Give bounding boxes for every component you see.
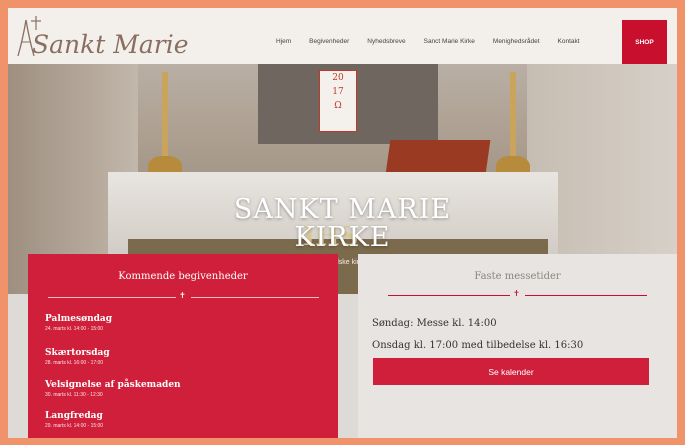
mass-time-sunday: Søndag: Messe kl. 14:00	[372, 318, 497, 329]
hero-title-line2: KIRKE	[294, 222, 391, 253]
event-item[interactable]: Velsignelse af påskemaden 30. marts kl. …	[45, 380, 181, 398]
mass-time-wednesday: Onsdag kl. 17:00 med tilbedelse kl. 16:3…	[372, 340, 584, 351]
upcoming-events-card: Kommende begivenheder ✝ Palmesøndag 24. …	[28, 254, 338, 438]
mass-times-card: Faste messetider ✝ Søndag: Messe kl. 14:…	[358, 254, 677, 438]
nav-item-contact[interactable]: Kontakt	[558, 38, 580, 45]
logo-text: Sankt Marie	[32, 30, 189, 59]
nav-item-parish-council[interactable]: Menighedsrådet	[493, 38, 540, 45]
event-date: 28. marts kl. 16:00 - 17:00	[45, 360, 104, 366]
nav-item-events[interactable]: Begivenheder	[309, 38, 349, 45]
event-date: 30. marts kl. 11:30 - 12:30	[45, 392, 103, 398]
event-name[interactable]: Velsignelse af påskemaden	[45, 380, 181, 390]
event-date: 24. marts kl. 14:00 - 15:00	[45, 326, 104, 332]
event-name[interactable]: Langfredag	[45, 411, 103, 421]
nav-item-newsletters[interactable]: Nyhedsbreve	[367, 38, 405, 45]
event-item[interactable]: Palmesøndag 24. marts kl. 14:00 - 15:00	[45, 314, 112, 332]
hero-title-line1: SANKT MARIE	[233, 194, 452, 225]
mass-divider-left	[388, 295, 510, 296]
nav-item-home[interactable]: Hjem	[276, 38, 291, 45]
mass-times-title: Faste messetider	[474, 271, 561, 282]
site-logo[interactable]: Sankt Marie	[14, 12, 189, 62]
event-name[interactable]: Skærtorsdag	[45, 348, 110, 358]
mass-divider-right	[525, 295, 647, 296]
nav-item-church[interactable]: Sanct Marie Kirke	[424, 38, 475, 45]
site-header: Sankt Marie Hjem Begivenheder Nyhedsbrev…	[8, 8, 677, 64]
banner-year-top: 20	[332, 73, 344, 83]
banner-omega: Ω	[334, 101, 342, 111]
main-nav: Hjem Begivenheder Nyhedsbreve Sanct Mari…	[276, 38, 598, 45]
event-item[interactable]: Langfredag 29. marts kl. 14:00 - 15:00	[45, 411, 103, 429]
event-item[interactable]: Skærtorsdag 28. marts kl. 16:00 - 17:00	[45, 348, 110, 366]
see-calendar-button[interactable]: Se kalender	[373, 358, 649, 385]
browser-viewport: Sankt Marie Hjem Begivenheder Nyhedsbrev…	[8, 8, 677, 438]
event-date: 29. marts kl. 14:00 - 15:00	[45, 423, 104, 429]
paschal-banner: 20 17 Ω	[319, 70, 357, 132]
hero-title: SANKT MARIE KIRKE	[8, 196, 677, 252]
events-divider-right	[191, 297, 319, 298]
cross-divider-icon: ✝	[513, 289, 520, 298]
banner-year-bottom: 17	[332, 87, 344, 97]
event-name[interactable]: Palmesøndag	[45, 314, 112, 324]
shop-button[interactable]: SHOP	[622, 20, 667, 64]
events-divider-left	[48, 297, 176, 298]
cross-divider-icon: ✝	[179, 291, 186, 300]
events-title: Kommende begivenheder	[118, 271, 248, 282]
altar-missal	[385, 140, 491, 174]
